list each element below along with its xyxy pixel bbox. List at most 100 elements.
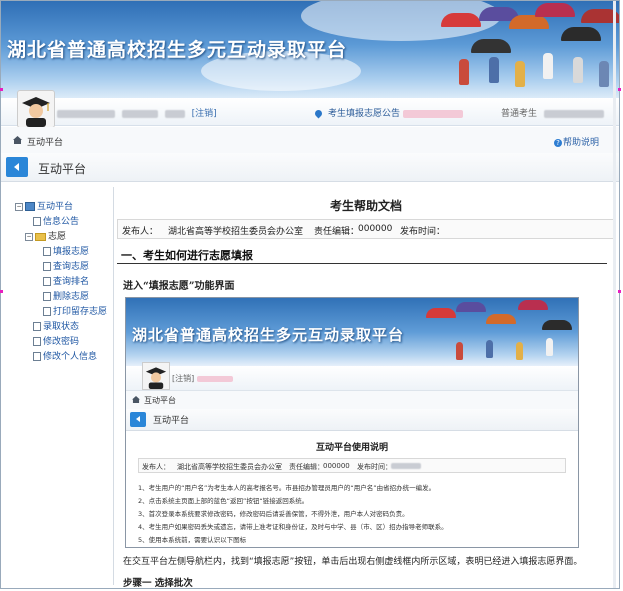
- shot-line: 3、首次登录本系统要求修改密码，修改密码后请妥善保管，不得外泄，用户本人对密码负…: [138, 510, 409, 518]
- notice-redacted: [402, 109, 463, 118]
- sidebar-item-label: 互动平台: [37, 202, 74, 212]
- person-figure: [573, 57, 583, 83]
- shot-user-redacted: [196, 375, 233, 382]
- sidebar-tree: − 互动平台 信息公告 − 志愿 填报志愿 查询志愿 查询排名 删除志愿 打印留存志…: [9, 187, 114, 585]
- document-icon: [43, 247, 51, 256]
- edge-marker: [0, 290, 3, 293]
- shot-editor-label: 责任编辑：: [289, 463, 324, 471]
- site-title: 湖北省普通高校招生多元互动录取平台: [7, 39, 348, 61]
- sidebar-item-label: 打印留存志愿: [53, 307, 108, 317]
- publisher-value: 湖北省高等学校招生委员会办公室: [168, 227, 304, 237]
- edge-marker: [0, 88, 3, 91]
- sidebar-item-label: 查询排名: [53, 277, 90, 287]
- computer-icon: [25, 202, 35, 211]
- collapse-toggle-icon[interactable]: −: [15, 202, 23, 211]
- document-icon: [43, 262, 51, 271]
- avatar: [17, 90, 55, 128]
- person-figure: [456, 342, 463, 360]
- collapse-toggle-icon[interactable]: −: [25, 232, 33, 241]
- help-label: 帮助说明: [562, 138, 599, 148]
- scrollbar-track[interactable]: [613, 1, 616, 588]
- person-figure: [515, 61, 525, 87]
- shot-avatar: [142, 362, 170, 390]
- sidebar-item-rank[interactable]: 查询排名: [43, 274, 89, 287]
- document-icon: [33, 352, 41, 361]
- sidebar-item-label: 查询志愿: [53, 262, 90, 272]
- sidebar-item-label: 录取状态: [43, 322, 80, 332]
- sidebar-item-label: 修改密码: [43, 337, 80, 347]
- user-info: [注销]: [57, 106, 217, 119]
- umbrella-icon: [535, 3, 575, 17]
- shot-line: 2、点击系统主页面上部的蓝色“返回”按钮“链接返回系统。: [138, 497, 309, 505]
- sidebar-item-notice[interactable]: 信息公告: [33, 214, 79, 227]
- user-school-redacted: [121, 109, 158, 118]
- breadcrumb-label[interactable]: 互动平台: [27, 135, 63, 148]
- sidebar-item-query[interactable]: 查询志愿: [43, 259, 89, 272]
- shot-line: 1、考生用户的“用户名”为考生本人的高考报名号。市县招办管理员用户的“用户名”由…: [138, 484, 436, 492]
- collapse-arrow-icon[interactable]: [6, 157, 28, 177]
- sidebar-item-fill[interactable]: 填报志愿: [43, 244, 89, 257]
- document-icon: [33, 322, 41, 331]
- shot-time-label: 发布时间：: [357, 463, 392, 471]
- edge-marker: [618, 290, 621, 293]
- shot-title: 湖北省普通高校招生多元互动录取平台: [132, 326, 405, 344]
- sidebar-item-profile[interactable]: 修改个人信息: [33, 349, 97, 362]
- doc-title: 考生帮助文档: [329, 199, 402, 213]
- shot-platform-header: 互动平台: [126, 409, 578, 431]
- person-figure: [599, 61, 609, 87]
- time-label: 发布时间：: [400, 227, 446, 237]
- shot-breadcrumb: 互动平台: [126, 391, 578, 410]
- embedded-screenshot: 湖北省普通高校招生多元互动录取平台 [注销] 互动平台 互动平台 互动平台使用说…: [125, 297, 579, 548]
- folder-icon: [35, 232, 46, 241]
- shot-publisher-value: 湖北省高等学校招生委员会办公室: [177, 463, 282, 471]
- edge-marker: [618, 88, 621, 91]
- sidebar-item-platform[interactable]: − 互动平台: [15, 199, 73, 212]
- sidebar-item-password[interactable]: 修改密码: [33, 334, 79, 347]
- shot-doc-meta: 发布人： 湖北省高等学校招生委员会办公室 责任编辑： 000000 发布时间：: [138, 458, 566, 473]
- document-icon: [33, 217, 41, 226]
- document-icon: [43, 277, 51, 286]
- sidebar-item-admission[interactable]: 录取状态: [33, 319, 79, 332]
- shot-platform-title: 互动平台: [153, 416, 190, 426]
- sidebar-item-label: 删除志愿: [53, 292, 90, 302]
- sub-heading: 进入“填报志愿”功能界面: [123, 281, 235, 292]
- shot-doc-title: 互动平台使用说明: [315, 443, 388, 453]
- shot-line: 5、使用本系统前，需要认识以下图标: [138, 536, 247, 544]
- document-icon: [43, 292, 51, 301]
- notice-link[interactable]: 考生填报志愿公告: [313, 106, 463, 119]
- shot-time-redacted: [391, 463, 421, 469]
- sidebar-item-print[interactable]: 打印留存志愿: [43, 304, 107, 317]
- umbrella-icon: [542, 320, 572, 330]
- platform-header: 互动平台: [1, 153, 619, 182]
- sidebar-item-label: 修改个人信息: [43, 352, 98, 362]
- person-figure: [543, 53, 553, 79]
- document-icon: [43, 307, 51, 316]
- person-figure: [516, 342, 523, 360]
- person-figure: [489, 57, 499, 83]
- sidebar-item-delete[interactable]: 删除志愿: [43, 289, 89, 302]
- doc-paragraph: 在交互平台左侧导航栏内，找到“填报志愿”按钮，单击后出现右侧虚线框内所示区域，表…: [123, 557, 583, 567]
- shot-user-bar: [注销]: [126, 366, 578, 391]
- doc-meta: 发布人： 湖北省高等学校招生委员会办公室 责任编辑： 000000 发布时间：: [117, 219, 615, 239]
- app-window: 湖北省普通高校招生多元互动录取平台 [注销] 考生填报志愿公告 普通考生 互动平…: [0, 0, 620, 589]
- email-redacted: [543, 109, 604, 118]
- section-divider: [117, 263, 607, 264]
- shot-publisher-label: 发布人：: [142, 463, 170, 471]
- publisher-label: 发布人：: [122, 227, 159, 237]
- site-banner: 湖北省普通高校招生多元互动录取平台: [1, 1, 619, 98]
- umbrella-icon: [441, 13, 481, 27]
- sidebar-item-volunteer[interactable]: − 志愿: [25, 229, 66, 242]
- shot-crumb-label: 互动平台: [144, 396, 176, 405]
- graduate-avatar-icon: [145, 367, 167, 389]
- graduate-avatar-icon: [22, 97, 50, 127]
- home-icon[interactable]: [13, 136, 22, 144]
- logout-link[interactable]: [注销]: [192, 109, 217, 119]
- shot-logout-label: [注销]: [172, 374, 195, 383]
- shot-user-text: [注销]: [172, 373, 233, 384]
- shot-line: 4、考生用户如果密码丢失或遗忘，请带上准考证和身份证，及时与中学、县（市、区）招…: [138, 523, 448, 531]
- user-role-label: 普通考生: [501, 109, 538, 119]
- help-link[interactable]: ? 帮助说明: [553, 135, 599, 148]
- umbrella-icon: [518, 300, 548, 310]
- person-figure: [546, 338, 553, 356]
- person-figure: [459, 59, 469, 85]
